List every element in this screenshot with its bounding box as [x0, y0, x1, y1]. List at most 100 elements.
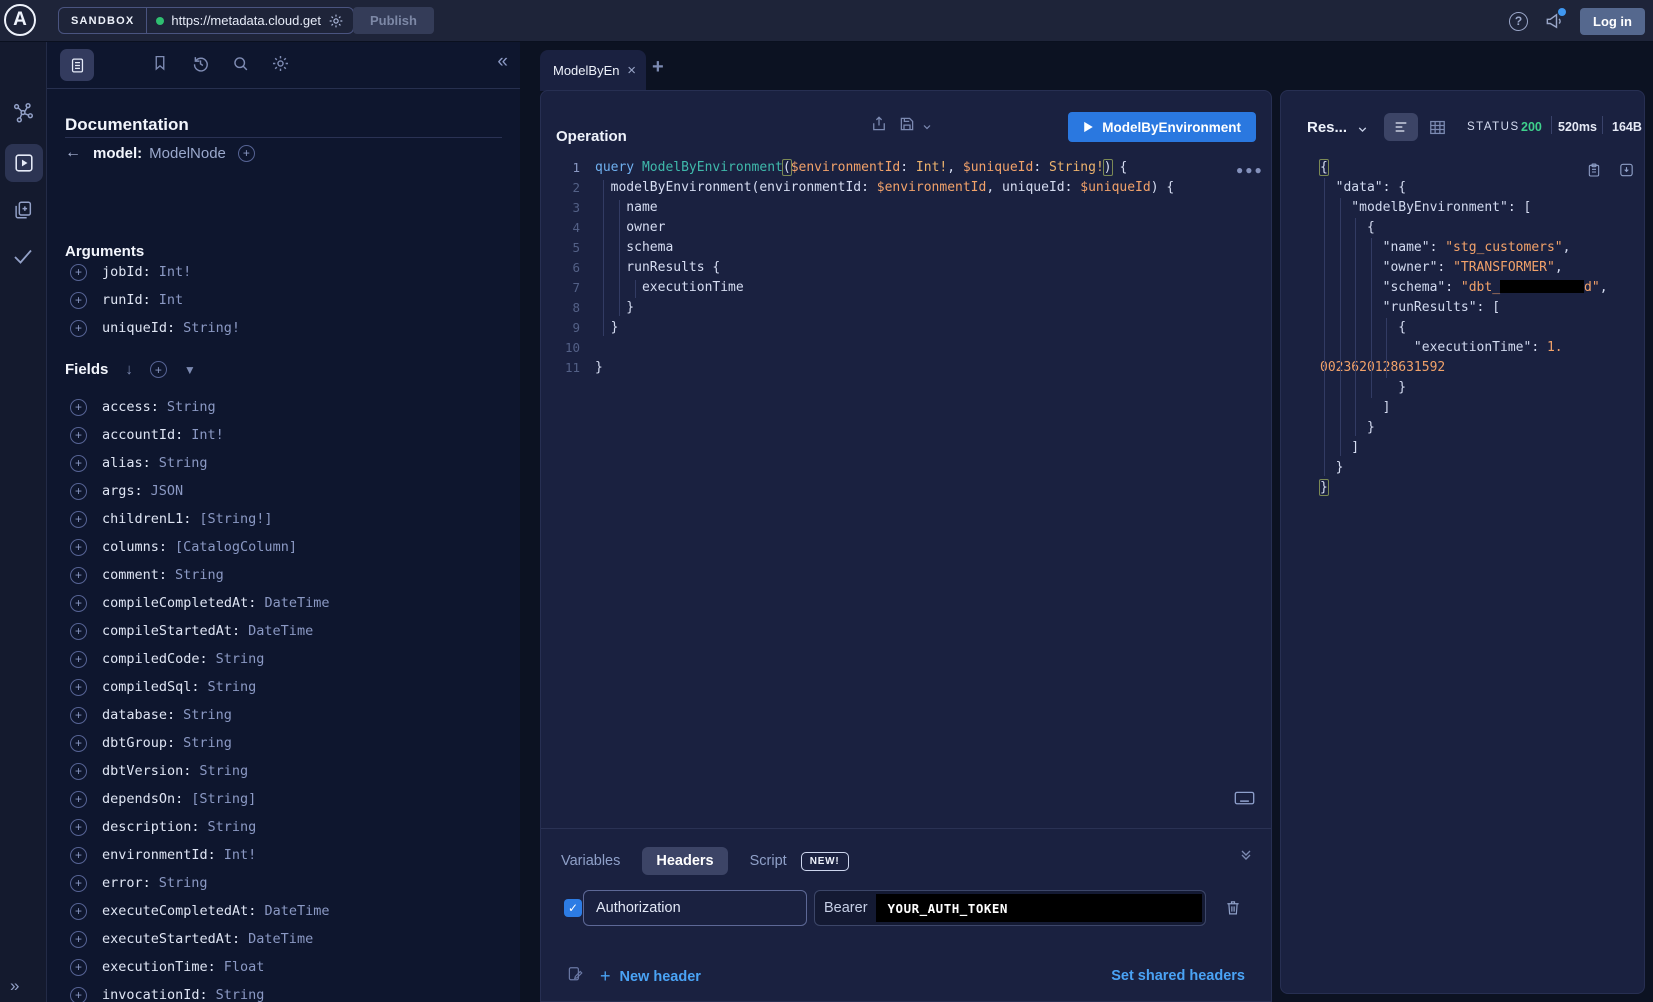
add-field-icon[interactable]: + — [70, 264, 87, 281]
fields-chevron-icon[interactable]: ▼ — [184, 363, 196, 377]
add-field-icon[interactable]: + — [70, 763, 87, 780]
expand-rail-icon[interactable]: » — [10, 976, 19, 996]
field-name[interactable]: runId: — [102, 292, 151, 308]
add-field-icon[interactable]: + — [70, 679, 87, 696]
search-icon[interactable] — [231, 54, 250, 73]
field-name[interactable]: compileCompletedAt: — [102, 595, 256, 611]
announcements-icon[interactable] — [1544, 11, 1564, 31]
field-name[interactable]: columns: — [102, 539, 167, 555]
field-name[interactable]: executeStartedAt: — [102, 931, 240, 947]
add-field-icon[interactable]: + — [70, 651, 87, 668]
tab-script[interactable]: Script — [750, 853, 787, 869]
add-field-icon[interactable]: + — [70, 320, 87, 337]
field-type[interactable]: String — [159, 875, 208, 891]
save-dropdown-icon[interactable] — [921, 121, 933, 133]
field-name[interactable]: args: — [102, 483, 143, 499]
tab-headers[interactable]: Headers — [642, 847, 727, 875]
field-type[interactable]: [String] — [191, 791, 256, 807]
field-name[interactable]: alias: — [102, 455, 151, 471]
field-name[interactable]: jobId: — [102, 264, 151, 280]
documentation-tab-icon[interactable] — [60, 49, 94, 81]
add-all-fields-icon[interactable]: + — [150, 361, 167, 378]
field-type[interactable]: Float — [224, 959, 265, 975]
field-type[interactable]: String — [199, 763, 248, 779]
field-type[interactable]: String — [216, 651, 265, 667]
new-tab-icon[interactable]: + — [652, 56, 664, 79]
save-operation-icon[interactable] — [898, 115, 916, 133]
add-field-icon[interactable]: + — [70, 292, 87, 309]
endpoint-url-section[interactable]: https://metadata.cloud.get — [147, 8, 353, 33]
add-field-icon[interactable]: + — [70, 511, 87, 528]
add-field-icon[interactable]: + — [70, 875, 87, 892]
download-response-icon[interactable] — [1618, 161, 1635, 179]
add-field-icon[interactable]: + — [70, 539, 87, 556]
field-type[interactable]: DateTime — [264, 903, 329, 919]
add-field-icon[interactable]: + — [70, 595, 87, 612]
endpoint-url[interactable]: https://metadata.cloud.get — [171, 13, 321, 28]
field-type[interactable]: DateTime — [248, 931, 313, 947]
operation-tab[interactable]: ModelByEnvi... × — [540, 50, 646, 91]
auth-token-value[interactable]: YOUR_AUTH_TOKEN — [876, 894, 1202, 922]
login-button[interactable]: Log in — [1580, 8, 1645, 35]
checklist-icon[interactable] — [11, 244, 35, 268]
field-name[interactable]: dbtGroup: — [102, 735, 175, 751]
header-key-input[interactable] — [583, 890, 807, 926]
add-field-icon[interactable]: + — [70, 735, 87, 752]
add-field-icon[interactable]: + — [70, 847, 87, 864]
add-field-icon[interactable]: + — [70, 427, 87, 444]
field-type[interactable]: [CatalogColumn] — [175, 539, 297, 555]
add-field-icon[interactable]: + — [70, 567, 87, 584]
apollo-logo[interactable]: A — [4, 4, 36, 36]
field-type[interactable]: Int! — [159, 264, 192, 280]
set-shared-headers-link[interactable]: Set shared headers — [1111, 968, 1245, 984]
field-type[interactable]: String — [175, 567, 224, 583]
header-value-field[interactable]: Bearer YOUR_AUTH_TOKEN — [814, 890, 1206, 926]
bookmark-icon[interactable] — [151, 54, 169, 72]
response-json[interactable]: { "data": { "modelByEnvironment": [ { "n… — [1320, 158, 1608, 498]
endpoint-settings-icon[interactable] — [328, 13, 344, 29]
add-field-icon[interactable]: + — [70, 791, 87, 808]
response-dropdown-icon[interactable] — [1356, 123, 1369, 136]
field-name[interactable]: compileStartedAt: — [102, 623, 240, 639]
field-name[interactable]: accountId: — [102, 427, 183, 443]
field-type[interactable]: String — [208, 819, 257, 835]
explorer-icon[interactable] — [5, 144, 43, 182]
field-name[interactable]: database: — [102, 707, 175, 723]
help-icon[interactable]: ? — [1509, 12, 1528, 31]
add-field-icon[interactable]: + — [70, 987, 87, 1002]
field-type[interactable]: DateTime — [264, 595, 329, 611]
sort-fields-icon[interactable]: ↓ — [125, 361, 133, 378]
add-field-icon[interactable]: + — [70, 819, 87, 836]
field-type[interactable]: Int — [159, 292, 183, 308]
field-name[interactable]: compiledCode: — [102, 651, 208, 667]
field-type[interactable]: String — [167, 399, 216, 415]
keyboard-shortcuts-icon[interactable] — [1234, 790, 1255, 807]
field-type[interactable]: Int! — [224, 847, 257, 863]
add-field-icon[interactable]: + — [70, 903, 87, 920]
field-name[interactable]: comment: — [102, 567, 167, 583]
edit-headers-raw-icon[interactable] — [566, 965, 584, 984]
new-header-button[interactable]: + New header — [600, 966, 701, 987]
field-type[interactable]: String! — [183, 320, 240, 336]
field-type[interactable]: String — [183, 707, 232, 723]
collapse-footer-icon[interactable] — [1238, 846, 1254, 864]
field-name[interactable]: error: — [102, 875, 151, 891]
collapse-docs-icon[interactable]: « — [497, 51, 508, 73]
field-type[interactable]: [String!] — [199, 511, 272, 527]
delete-header-icon[interactable] — [1224, 898, 1242, 917]
operation-editor[interactable]: query ModelByEnvironment($environmentId:… — [595, 158, 1174, 378]
schema-graph-icon[interactable] — [12, 102, 34, 124]
field-name[interactable]: dbtVersion: — [102, 763, 191, 779]
header-enabled-checkbox[interactable]: ✓ — [564, 899, 582, 917]
field-type[interactable]: String — [208, 679, 257, 695]
field-type[interactable]: String — [216, 987, 265, 1002]
history-icon[interactable] — [191, 54, 210, 73]
field-name[interactable]: invocationId: — [102, 987, 208, 1002]
tab-variables[interactable]: Variables — [561, 853, 620, 869]
share-operation-icon[interactable] — [870, 115, 888, 133]
field-type[interactable]: String — [159, 455, 208, 471]
field-name[interactable]: description: — [102, 819, 200, 835]
add-field-icon[interactable]: + — [70, 483, 87, 500]
run-operation-button[interactable]: ModelByEnvironment — [1068, 112, 1256, 142]
publish-button[interactable]: Publish — [353, 7, 434, 34]
